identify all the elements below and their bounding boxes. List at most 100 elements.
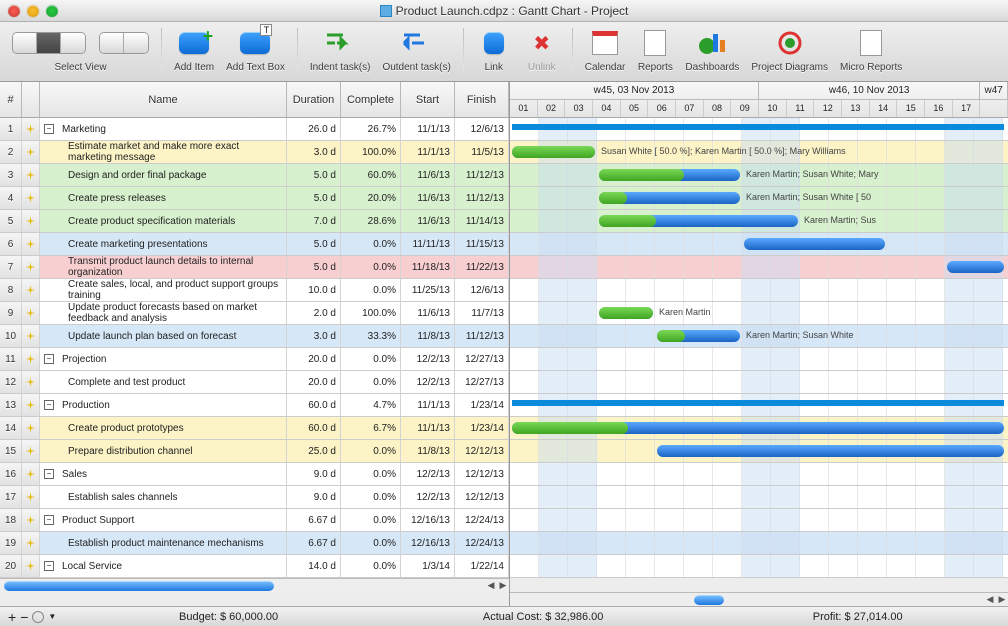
gantt-bar[interactable] — [657, 445, 1004, 457]
duration-cell[interactable]: 25.0 d — [287, 440, 341, 462]
finish-cell[interactable]: 11/5/13 — [455, 141, 509, 163]
remove-row-button[interactable]: − — [20, 609, 28, 625]
timeline-row[interactable] — [510, 555, 1008, 578]
col-icon[interactable] — [22, 82, 40, 117]
complete-cell[interactable]: 0.0% — [341, 256, 401, 278]
start-cell[interactable]: 11/6/13 — [401, 302, 455, 324]
task-name-cell[interactable]: Create press releases — [40, 187, 287, 209]
table-row[interactable]: 11−Projection20.0 d0.0%12/2/1312/27/13 — [0, 348, 509, 371]
task-name-cell[interactable]: −Marketing — [40, 118, 287, 140]
finish-cell[interactable]: 12/6/13 — [455, 118, 509, 140]
add-text-box-button[interactable]: T Add Text Box — [226, 26, 285, 73]
timeline-row[interactable]: Karen Martin; Susan White — [510, 325, 1008, 348]
finish-cell[interactable]: 12/12/13 — [455, 463, 509, 485]
select-view-segmented[interactable] — [12, 32, 86, 54]
complete-cell[interactable]: 0.0% — [341, 532, 401, 554]
gantt-summary-bar[interactable] — [512, 400, 1004, 406]
start-cell[interactable]: 11/1/13 — [401, 118, 455, 140]
finish-cell[interactable]: 1/22/14 — [455, 555, 509, 577]
duration-cell[interactable]: 3.0 d — [287, 325, 341, 347]
start-cell[interactable]: 11/1/13 — [401, 394, 455, 416]
expand-toggle[interactable]: − — [44, 515, 54, 525]
duration-cell[interactable]: 6.67 d — [287, 509, 341, 531]
window-zoom-button[interactable] — [46, 5, 58, 17]
calendar-button[interactable]: Calendar — [585, 26, 626, 73]
table-row[interactable]: 13−Production60.0 d4.7%11/1/131/23/14 — [0, 394, 509, 417]
finish-cell[interactable]: 11/12/13 — [455, 325, 509, 347]
gantt-bar[interactable] — [744, 238, 885, 250]
table-row[interactable]: 7Transmit product launch details to inte… — [0, 256, 509, 279]
add-item-button[interactable]: + Add Item — [174, 26, 214, 73]
duration-cell[interactable]: 6.67 d — [287, 532, 341, 554]
window-close-button[interactable] — [8, 5, 20, 17]
timeline-row[interactable] — [510, 440, 1008, 463]
table-row[interactable]: 19Establish product maintenance mechanis… — [0, 532, 509, 555]
complete-cell[interactable]: 0.0% — [341, 486, 401, 508]
duration-cell[interactable]: 10.0 d — [287, 279, 341, 301]
col-finish-header[interactable]: Finish — [455, 82, 509, 117]
complete-cell[interactable]: 26.7% — [341, 118, 401, 140]
col-number[interactable]: # — [0, 82, 22, 117]
duration-cell[interactable]: 7.0 d — [287, 210, 341, 232]
start-cell[interactable]: 11/6/13 — [401, 187, 455, 209]
task-name-cell[interactable]: Create sales, local, and product support… — [40, 279, 287, 301]
reports-button[interactable]: Reports — [637, 26, 673, 73]
left-hscroll[interactable]: ◀ ▶ — [0, 578, 509, 592]
start-cell[interactable]: 11/1/13 — [401, 141, 455, 163]
timeline-row[interactable] — [510, 532, 1008, 555]
finish-cell[interactable]: 11/22/13 — [455, 256, 509, 278]
timeline-row[interactable] — [510, 509, 1008, 532]
start-cell[interactable]: 1/3/14 — [401, 555, 455, 577]
task-name-cell[interactable]: Create marketing presentations — [40, 233, 287, 255]
expand-toggle[interactable]: − — [44, 469, 54, 479]
table-row[interactable]: 1−Marketing26.0 d26.7%11/1/1312/6/13 — [0, 118, 509, 141]
finish-cell[interactable]: 11/7/13 — [455, 302, 509, 324]
table-row[interactable]: 15Prepare distribution channel25.0 d0.0%… — [0, 440, 509, 463]
finish-cell[interactable]: 12/12/13 — [455, 486, 509, 508]
add-row-button[interactable]: + — [8, 609, 16, 625]
start-cell[interactable]: 11/8/13 — [401, 325, 455, 347]
table-row[interactable]: 17Establish sales channels9.0 d0.0%12/2/… — [0, 486, 509, 509]
complete-cell[interactable]: 28.6% — [341, 210, 401, 232]
table-row[interactable]: 4Create press releases5.0 d20.0%11/6/131… — [0, 187, 509, 210]
task-name-cell[interactable]: Complete and test product — [40, 371, 287, 393]
table-row[interactable]: 2Estimate market and make more exact mar… — [0, 141, 509, 164]
window-minimize-button[interactable] — [27, 5, 39, 17]
gantt-bar[interactable] — [947, 261, 1004, 273]
complete-cell[interactable]: 0.0% — [341, 348, 401, 370]
select-view-segmented2[interactable] — [99, 32, 149, 54]
finish-cell[interactable]: 12/27/13 — [455, 348, 509, 370]
finish-cell[interactable]: 11/15/13 — [455, 233, 509, 255]
expand-toggle[interactable]: − — [44, 354, 54, 364]
timeline-row[interactable] — [510, 371, 1008, 394]
start-cell[interactable]: 12/2/13 — [401, 486, 455, 508]
finish-cell[interactable]: 1/23/14 — [455, 417, 509, 439]
start-cell[interactable]: 12/2/13 — [401, 348, 455, 370]
finish-cell[interactable]: 12/24/13 — [455, 532, 509, 554]
task-name-cell[interactable]: −Projection — [40, 348, 287, 370]
complete-cell[interactable]: 0.0% — [341, 371, 401, 393]
expand-toggle[interactable]: − — [44, 400, 54, 410]
gear-dropdown-icon[interactable]: ▼ — [48, 612, 56, 621]
duration-cell[interactable]: 5.0 d — [287, 164, 341, 186]
table-row[interactable]: 16−Sales9.0 d0.0%12/2/1312/12/13 — [0, 463, 509, 486]
complete-cell[interactable]: 0.0% — [341, 233, 401, 255]
col-name-header[interactable]: Name — [40, 82, 287, 117]
finish-cell[interactable]: 11/14/13 — [455, 210, 509, 232]
finish-cell[interactable]: 12/27/13 — [455, 371, 509, 393]
duration-cell[interactable]: 9.0 d — [287, 463, 341, 485]
task-name-cell[interactable]: −Sales — [40, 463, 287, 485]
table-row[interactable]: 14Create product prototypes60.0 d6.7%11/… — [0, 417, 509, 440]
duration-cell[interactable]: 60.0 d — [287, 417, 341, 439]
task-name-cell[interactable]: Create product prototypes — [40, 417, 287, 439]
duration-cell[interactable]: 5.0 d — [287, 187, 341, 209]
complete-cell[interactable]: 0.0% — [341, 463, 401, 485]
duration-cell[interactable]: 3.0 d — [287, 141, 341, 163]
duration-cell[interactable]: 9.0 d — [287, 486, 341, 508]
task-name-cell[interactable]: Transmit product launch details to inter… — [40, 256, 287, 278]
start-cell[interactable]: 12/2/13 — [401, 463, 455, 485]
unlink-button[interactable]: ✖ Unlink — [524, 26, 560, 73]
complete-cell[interactable]: 0.0% — [341, 440, 401, 462]
finish-cell[interactable]: 12/6/13 — [455, 279, 509, 301]
complete-cell[interactable]: 6.7% — [341, 417, 401, 439]
